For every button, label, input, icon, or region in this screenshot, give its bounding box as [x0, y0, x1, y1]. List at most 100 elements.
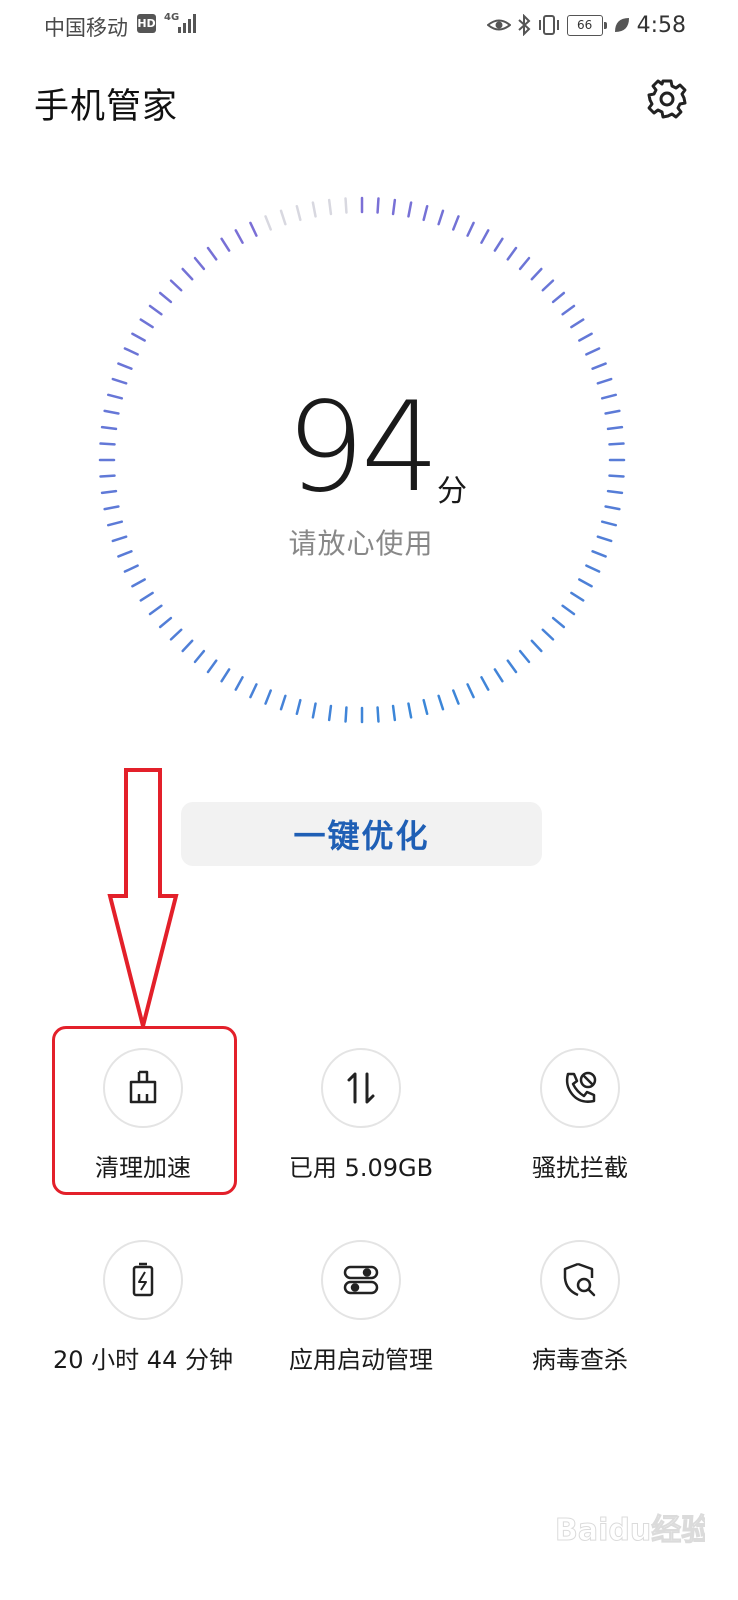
- gauge-tick: [111, 377, 128, 385]
- tool-label: 病毒查杀: [532, 1346, 628, 1374]
- signal-icon: [178, 14, 196, 33]
- carrier-name: 中国移动: [44, 16, 128, 40]
- gauge-tick: [295, 204, 302, 222]
- gauge-tick: [518, 649, 531, 664]
- gauge-tick: [123, 564, 139, 573]
- gauge-tick: [220, 237, 231, 252]
- gauge-tick: [452, 215, 460, 231]
- clock: 4:58: [636, 12, 686, 38]
- watermark-text: Baidu经验: [555, 1513, 705, 1548]
- gauge-tick: [437, 694, 445, 711]
- app-launch-icon: [343, 1265, 379, 1295]
- gauge-tick: [327, 704, 333, 722]
- gauge-tick: [608, 442, 625, 446]
- score-status: 请放心使用: [288, 527, 434, 560]
- gauge-tick: [541, 628, 555, 641]
- gauge-tick: [249, 221, 258, 237]
- gauge-tick: [103, 505, 120, 511]
- tool-icon-circle: [321, 1048, 401, 1128]
- gauge-tick: [295, 698, 302, 716]
- gauge-tick: [606, 425, 624, 431]
- gauge-tick: [139, 318, 154, 329]
- phone-block-icon: [565, 1071, 597, 1103]
- gauge-tick: [570, 318, 585, 329]
- gauge-tick: [570, 591, 585, 602]
- gauge-tick: [100, 425, 118, 431]
- gauge-tick: [264, 689, 272, 705]
- tool-icon-circle: [540, 1240, 620, 1320]
- vibrate-icon: [538, 15, 559, 35]
- gauge-tick: [103, 409, 120, 415]
- gauge-tick: [279, 209, 287, 226]
- battery-icon: [132, 1262, 154, 1297]
- gauge-tick: [480, 229, 490, 244]
- settings-button[interactable]: [644, 76, 690, 122]
- gauge-tick: [596, 377, 613, 385]
- bluetooth-icon: [517, 14, 531, 36]
- gauge-tick: [193, 649, 206, 664]
- gauge-tick: [193, 256, 206, 271]
- gauge-tick: [600, 393, 618, 400]
- gauge-tick: [279, 694, 287, 711]
- gauge-tick: [148, 604, 163, 616]
- tool-label: 骚扰拦截: [532, 1154, 628, 1182]
- tool-app-launch[interactable]: 应用启动管理: [251, 1240, 471, 1375]
- gauge-tick: [206, 659, 218, 674]
- one-click-optimize-button[interactable]: 一键优化: [181, 802, 542, 866]
- gauge-tick: [391, 704, 397, 722]
- gauge-tick: [234, 229, 244, 244]
- gauge-tick: [117, 362, 133, 370]
- gauge-tick: [344, 706, 348, 723]
- baidu-watermark: Baidu经验: [555, 1500, 712, 1560]
- gauge-tick: [169, 279, 183, 292]
- tool-harassment-block[interactable]: 骚扰拦截: [470, 1048, 690, 1183]
- gauge-tick: [106, 393, 124, 400]
- tool-label: 已用 5.09GB: [288, 1154, 434, 1182]
- gauge-tick: [311, 702, 317, 719]
- gauge-tick: [585, 347, 601, 356]
- annotation-arrow: [107, 768, 179, 1027]
- score-value: 94: [286, 376, 440, 520]
- tool-label: 应用启动管理: [289, 1346, 433, 1374]
- gauge-tick: [585, 564, 601, 573]
- gauge-tick: [604, 505, 621, 511]
- tool-battery[interactable]: 20 小时 44 分钟: [33, 1240, 253, 1375]
- gauge-tick: [131, 332, 146, 342]
- eye-comfort-icon: [486, 19, 511, 31]
- tool-icon-circle: [103, 1240, 183, 1320]
- gauge-tick: [264, 215, 272, 231]
- data-transfer-icon: [347, 1072, 375, 1104]
- tool-icon-circle: [540, 1048, 620, 1128]
- gauge-tick: [407, 702, 413, 719]
- tool-virus-scan[interactable]: 病毒查杀: [470, 1240, 690, 1375]
- gauge-tick: [604, 409, 621, 415]
- score-unit: 分: [437, 474, 467, 509]
- gauge-tick: [437, 209, 445, 226]
- gauge-tick: [561, 304, 576, 316]
- gauge-tick: [376, 197, 380, 214]
- battery-indicator: 66: [566, 14, 607, 36]
- gauge-tick: [376, 706, 380, 723]
- gauge-tick: [123, 347, 139, 356]
- status-icons: 66 4:58: [486, 12, 686, 38]
- gauge-tick: [506, 659, 518, 674]
- gauge-tick: [99, 442, 116, 446]
- gauge-tick: [158, 291, 173, 304]
- gauge-tick: [422, 204, 429, 222]
- tool-label: 20 小时 44 分钟: [53, 1346, 233, 1374]
- gauge-tick: [407, 201, 413, 218]
- gauge-tick: [591, 362, 607, 370]
- gauge-tick: [506, 246, 518, 261]
- gauge-tick: [181, 639, 194, 653]
- gauge-tick: [327, 198, 333, 216]
- gauge-tick: [493, 668, 504, 683]
- gauge-tick: [422, 698, 429, 716]
- gauge-tick: [480, 676, 490, 691]
- gauge-tick: [530, 639, 543, 653]
- tool-data-usage[interactable]: 已用 5.09GB: [251, 1048, 471, 1183]
- gauge-tick: [466, 221, 475, 237]
- gauge-tick: [158, 616, 173, 629]
- gauge-tick: [311, 201, 317, 218]
- gauge-tick: [344, 197, 348, 214]
- power-saving-leaf-icon: [614, 18, 629, 32]
